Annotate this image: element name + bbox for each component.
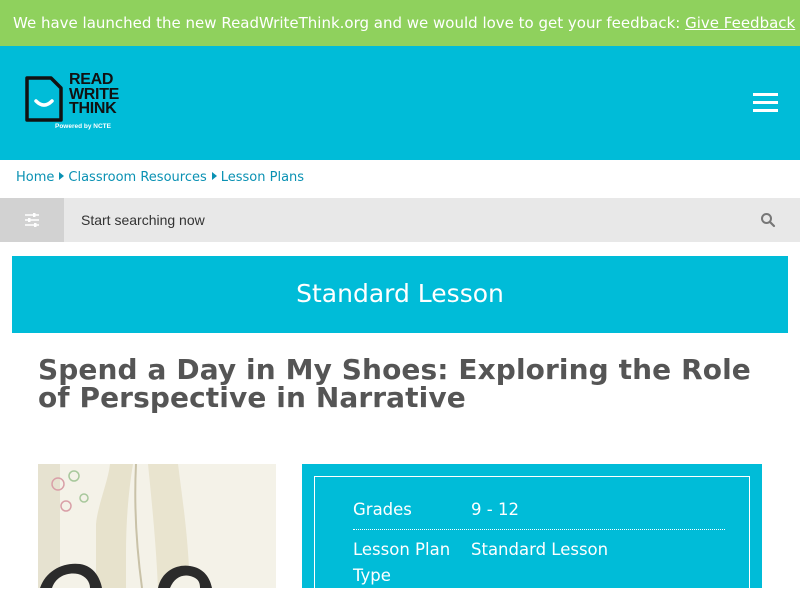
logo-think: THINK	[69, 100, 117, 117]
breadcrumb-caret-icon	[59, 172, 65, 180]
search-icon	[761, 213, 776, 228]
lesson-plan-type-label: Lesson Plan Type	[353, 540, 451, 585]
breadcrumb-caret-icon	[211, 172, 217, 180]
divider	[353, 529, 725, 530]
breadcrumb-lesson-plans[interactable]: Lesson Plans	[221, 170, 304, 185]
sliders-icon	[25, 213, 39, 227]
give-feedback-link[interactable]: Give Feedback	[685, 14, 795, 32]
breadcrumb-classroom-resources[interactable]: Classroom Resources	[68, 170, 206, 185]
grades-value: 9 - 12	[471, 500, 519, 519]
breadcrumb: Home Classroom Resources Lesson Plans	[16, 170, 304, 186]
feedback-banner: We have launched the new ReadWriteThink.…	[0, 0, 800, 46]
search-input[interactable]	[64, 198, 750, 242]
breadcrumb-home[interactable]: Home	[16, 170, 54, 185]
readwritethink-logo[interactable]: READ WRITE THINK Powered by NCTE	[24, 72, 124, 135]
logo-tagline: Powered by NCTE	[55, 123, 111, 130]
logo-face-icon	[25, 76, 63, 122]
hamburger-menu-icon[interactable]	[753, 93, 778, 113]
shoes-photo	[38, 464, 276, 588]
lesson-image	[38, 464, 276, 588]
grades-label: Grades	[353, 500, 412, 519]
search-bar	[0, 198, 800, 242]
site-header: READ WRITE THINK Powered by NCTE	[0, 46, 800, 160]
feedback-message: We have launched the new ReadWriteThink.…	[13, 14, 686, 32]
lesson-type-banner: Standard Lesson	[12, 256, 788, 333]
filter-button[interactable]	[0, 198, 64, 242]
logo-wordmark: READ WRITE THINK	[69, 72, 119, 117]
search-button[interactable]	[758, 210, 778, 230]
page-title: Spend a Day in My Shoes: Exploring the R…	[38, 353, 751, 414]
lesson-info-panel: Grades 9 - 12 Lesson Plan Type Standard …	[302, 464, 762, 616]
lesson-info-box: Grades 9 - 12 Lesson Plan Type Standard …	[314, 476, 750, 616]
lesson-plan-type-value: Standard Lesson	[471, 540, 609, 559]
